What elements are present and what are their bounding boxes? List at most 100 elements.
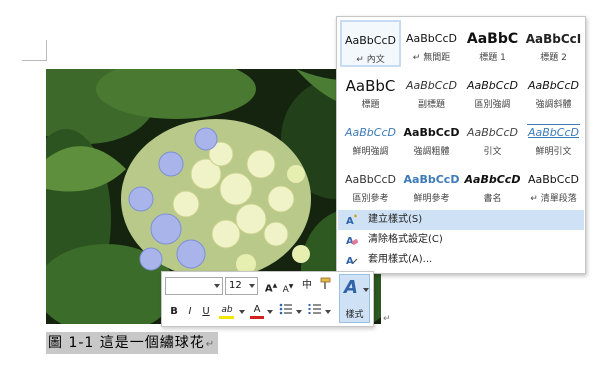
font-color-button[interactable]: A — [250, 302, 264, 319]
style-name: 書名 — [483, 194, 502, 204]
style-name: ↵ 清單段落 — [530, 194, 577, 204]
highlight-color-bar — [219, 316, 234, 319]
style-sample: AaBbCcD — [406, 79, 457, 92]
shrink-font-button[interactable]: A▼ — [281, 279, 295, 295]
format-painter-button[interactable] — [318, 277, 334, 293]
style-15-cell[interactable]: AaBbCcD 書名 — [462, 161, 523, 208]
numbering-icon — [308, 304, 321, 314]
style-sample: AaBbCcD — [464, 173, 521, 186]
style-6-cell[interactable]: AaBbCcD 副標題 — [401, 67, 462, 114]
style-sample: AaBbCcD — [406, 32, 457, 45]
font-size-dropdown-icon[interactable] — [249, 284, 255, 288]
style-1-cell[interactable]: AaBbCcD ↵ 內文 — [340, 20, 401, 67]
style-9-cell[interactable]: AaBbCcD 鮮明強調 — [340, 114, 401, 161]
style-name: ↵ 無間距 — [412, 53, 451, 63]
font-color-glyph: A — [253, 304, 261, 315]
styles-button[interactable]: A 樣式 — [339, 274, 370, 323]
style-sample: AaBbC — [466, 31, 519, 47]
style-sample: AaBbCcD — [403, 126, 460, 139]
bullets-button[interactable] — [278, 303, 294, 319]
font-color-dropdown-icon[interactable] — [267, 310, 273, 314]
style-14-cell[interactable]: AaBbCcD 鮮明參考 — [401, 161, 462, 208]
italic-glyph: I — [188, 306, 192, 317]
style-2-cell[interactable]: AaBbCcD ↵ 無間距 — [401, 20, 462, 67]
style-sample: AaBbCcD — [345, 34, 396, 47]
format-painter-icon — [320, 277, 331, 289]
page-margin-corner — [22, 40, 47, 61]
style-name: 標題 1 — [479, 53, 506, 63]
underline-button[interactable]: U — [199, 304, 213, 320]
apply-styles-icon: A — [346, 256, 358, 266]
style-sample: AaBbCcD — [403, 173, 460, 186]
style-12-cell[interactable]: AaBbCcD 鮮明引文 — [523, 114, 584, 161]
style-sample: AaBbCcD — [528, 173, 579, 186]
font-size-box[interactable]: 12 — [225, 277, 258, 295]
style-name: 強調斜體 — [535, 100, 572, 110]
style-sample: AaBbCcD — [528, 79, 579, 92]
highlight-button[interactable]: ab — [218, 302, 236, 319]
font-color-bar — [250, 316, 264, 319]
style-name: 副標題 — [417, 100, 445, 110]
italic-button[interactable]: I — [183, 304, 197, 320]
numbering-button[interactable] — [307, 303, 323, 319]
style-sample: AaBbC — [345, 77, 396, 95]
caption-text: 圖 1-1 這是一個繡球花 — [48, 335, 205, 351]
highlight-dropdown-icon[interactable] — [239, 310, 245, 314]
create-style-label: 建立樣式(S) — [368, 214, 423, 225]
bold-button[interactable]: B — [167, 304, 181, 320]
style-3-cell[interactable]: AaBbC 標題 1 — [462, 20, 523, 67]
grow-font-glyph: A — [264, 283, 273, 295]
new-style-icon: A — [346, 214, 357, 226]
style-name: 強調粗體 — [413, 147, 450, 157]
clear-formatting-label: 清除格式設定(C) — [368, 234, 443, 245]
style-sample: AaBbCcD — [467, 79, 518, 92]
bullets-dropdown-icon[interactable] — [296, 310, 302, 314]
styles-label: 樣式 — [345, 310, 364, 320]
paragraph-mark: ↵ — [205, 339, 216, 350]
styles-icon: A — [344, 277, 358, 298]
styles-gallery: AaBbCcD ↵ 內文 AaBbCcD ↵ 無間距 AaBbC 標題 1 AaBbCcI 標… — [336, 16, 586, 274]
clear-formatting-icon: A — [346, 236, 358, 246]
font-name-dropdown-icon[interactable] — [214, 284, 220, 288]
styles-dropdown-icon — [363, 288, 369, 292]
style-16-cell[interactable]: AaBbCcD ↵ 清單段落 — [523, 161, 584, 208]
style-4-cell[interactable]: AaBbCcI 標題 2 — [523, 20, 584, 67]
styles-menu: A 建立樣式(S) A 清除格式設定(C) A 套用樣式(A)... — [338, 210, 584, 270]
grow-font-button[interactable]: A▲ — [264, 278, 278, 294]
figure-caption[interactable]: 圖 1-1 這是一個繡球花↵ — [46, 332, 219, 354]
font-size-value: 12 — [229, 280, 242, 291]
style-sample: AaBbCcD — [345, 126, 396, 139]
phonetic-guide-button[interactable]: 中 — [299, 278, 315, 294]
create-style-menu-item[interactable]: A 建立樣式(S) — [338, 210, 584, 230]
style-11-cell[interactable]: AaBbCcD 引文 — [462, 114, 523, 161]
bold-glyph: B — [170, 306, 178, 317]
style-name: 區別強調 — [474, 100, 511, 110]
style-5-cell[interactable]: AaBbC 標題 — [340, 67, 401, 114]
underline-glyph: U — [202, 306, 210, 317]
style-sample: AaBbCcD — [345, 173, 396, 186]
style-10-cell[interactable]: AaBbCcD 強調粗體 — [401, 114, 462, 161]
style-name: 標題 — [361, 100, 380, 110]
bullets-icon — [279, 303, 292, 315]
clear-formatting-menu-item[interactable]: A 清除格式設定(C) — [338, 230, 584, 250]
svg-text:A: A — [346, 216, 354, 226]
style-sample: AaBbCcD — [467, 126, 518, 139]
mini-toolbar: 12 A▲ A▼ 中 B I U ab A A 樣式 — [161, 271, 374, 327]
style-name: 鮮明強調 — [352, 147, 389, 157]
style-name: 引文 — [483, 147, 502, 157]
style-7-cell[interactable]: AaBbCcD 區別強調 — [462, 67, 523, 114]
style-sample: AaBbCcI — [525, 32, 582, 46]
svg-text:A: A — [346, 256, 354, 266]
style-name: 鮮明參考 — [413, 194, 450, 204]
style-8-cell[interactable]: AaBbCcD 強調斜體 — [523, 67, 584, 114]
phonetic-guide-glyph: 中 — [302, 280, 312, 291]
style-name: 標題 2 — [540, 53, 567, 63]
style-name: 鮮明引文 — [535, 147, 572, 157]
style-13-cell[interactable]: AaBbCcD 區別參考 — [340, 161, 401, 208]
apply-styles-menu-item[interactable]: A 套用樣式(A)... — [338, 250, 584, 270]
style-name: 區別參考 — [352, 194, 389, 204]
font-name-box[interactable] — [165, 277, 223, 295]
paragraph-mark-image: ↵ — [383, 314, 391, 324]
numbering-dropdown-icon[interactable] — [325, 310, 331, 314]
apply-styles-label: 套用樣式(A)... — [368, 254, 433, 265]
